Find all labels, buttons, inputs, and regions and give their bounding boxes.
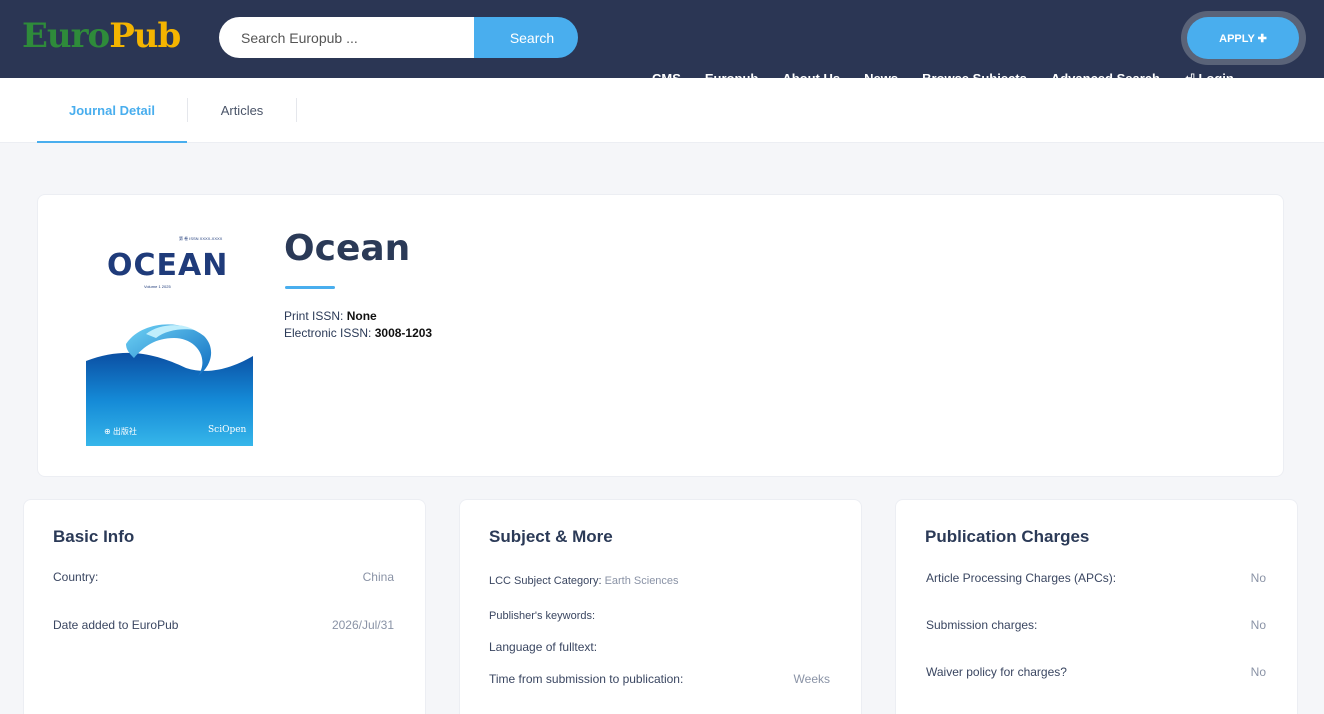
europub-logo[interactable]: EuroPub — [22, 16, 181, 56]
title-underline — [285, 286, 335, 289]
apply-button[interactable]: APPLY ✚ — [1187, 17, 1299, 59]
basic-info-card: Basic Info Country: China Date added to … — [23, 499, 426, 714]
search-button[interactable]: Search — [474, 17, 578, 58]
logo-part-euro: Euro — [22, 16, 110, 56]
waiver-policy-value: No — [1250, 665, 1266, 679]
tab-journal-detail[interactable]: Journal Detail — [37, 78, 187, 143]
tabs-bar: Journal Detail Articles — [0, 78, 1324, 143]
cover-topline: 第 卷 ISSN XXXX-XXXX — [179, 236, 223, 241]
tab-divider — [296, 98, 297, 122]
apc-value: No — [1250, 571, 1266, 585]
subject-card: Subject & More LCC Subject Category: Ear… — [459, 499, 862, 714]
language-label: Language of fulltext: — [489, 640, 598, 654]
site-header: EuroPub Search APPLY ✚ CMS Europub About… — [0, 0, 1324, 80]
logo-part-pub: Pub — [109, 16, 181, 56]
print-issn-value: None — [346, 309, 377, 323]
submission-charges-label: Submission charges: — [926, 618, 1038, 632]
basic-info-title: Basic Info — [53, 527, 135, 546]
search-input[interactable] — [219, 17, 489, 58]
lcc-subject-value[interactable]: Earth Sciences — [605, 575, 679, 587]
search-bar: Search — [219, 17, 578, 58]
subject-title: Subject & More — [489, 527, 613, 546]
date-added-label: Date added to EuroPub — [53, 618, 179, 632]
tab-articles[interactable]: Articles — [187, 78, 297, 143]
charges-title: Publication Charges — [925, 527, 1090, 546]
time-to-publication-label: Time from submission to publication: — [489, 672, 684, 686]
print-issn: Print ISSN: None — [284, 309, 377, 323]
lcc-subject: LCC Subject Category: Earth Sciences — [489, 575, 679, 587]
electronic-issn-label: Electronic ISSN: — [284, 326, 372, 340]
cover-volume: Volume 1 2025 — [144, 284, 171, 289]
publisher-keywords-label: Publisher's keywords: — [489, 610, 596, 622]
date-added-value: 2026/Jul/31 — [331, 618, 394, 632]
country-value: China — [362, 570, 394, 584]
submission-charges-value: No — [1250, 618, 1266, 632]
print-issn-label: Print ISSN: — [284, 309, 344, 323]
country-label: Country: — [53, 570, 99, 584]
waiver-policy-label: Waiver policy for charges? — [926, 665, 1067, 679]
journal-title: Ocean — [284, 228, 411, 269]
electronic-issn-value: 3008-1203 — [374, 326, 433, 340]
lcc-subject-label: LCC Subject Category: — [489, 575, 602, 587]
time-to-publication-value: Weeks — [793, 672, 830, 686]
cover-publisher-left: ⊕ 出版社 — [104, 427, 137, 436]
cover-publisher-right: SciOpen — [208, 425, 247, 435]
publication-charges-card: Publication Charges Article Processing C… — [895, 499, 1298, 714]
apc-label: Article Processing Charges (APCs): — [926, 571, 1117, 585]
journal-cover-image: 第 卷 ISSN XXXX-XXXX OCEAN Volume 1 2025 ⊕… — [86, 226, 253, 446]
electronic-issn: Electronic ISSN: 3008-1203 — [284, 326, 432, 340]
cover-title: OCEAN — [107, 248, 229, 283]
